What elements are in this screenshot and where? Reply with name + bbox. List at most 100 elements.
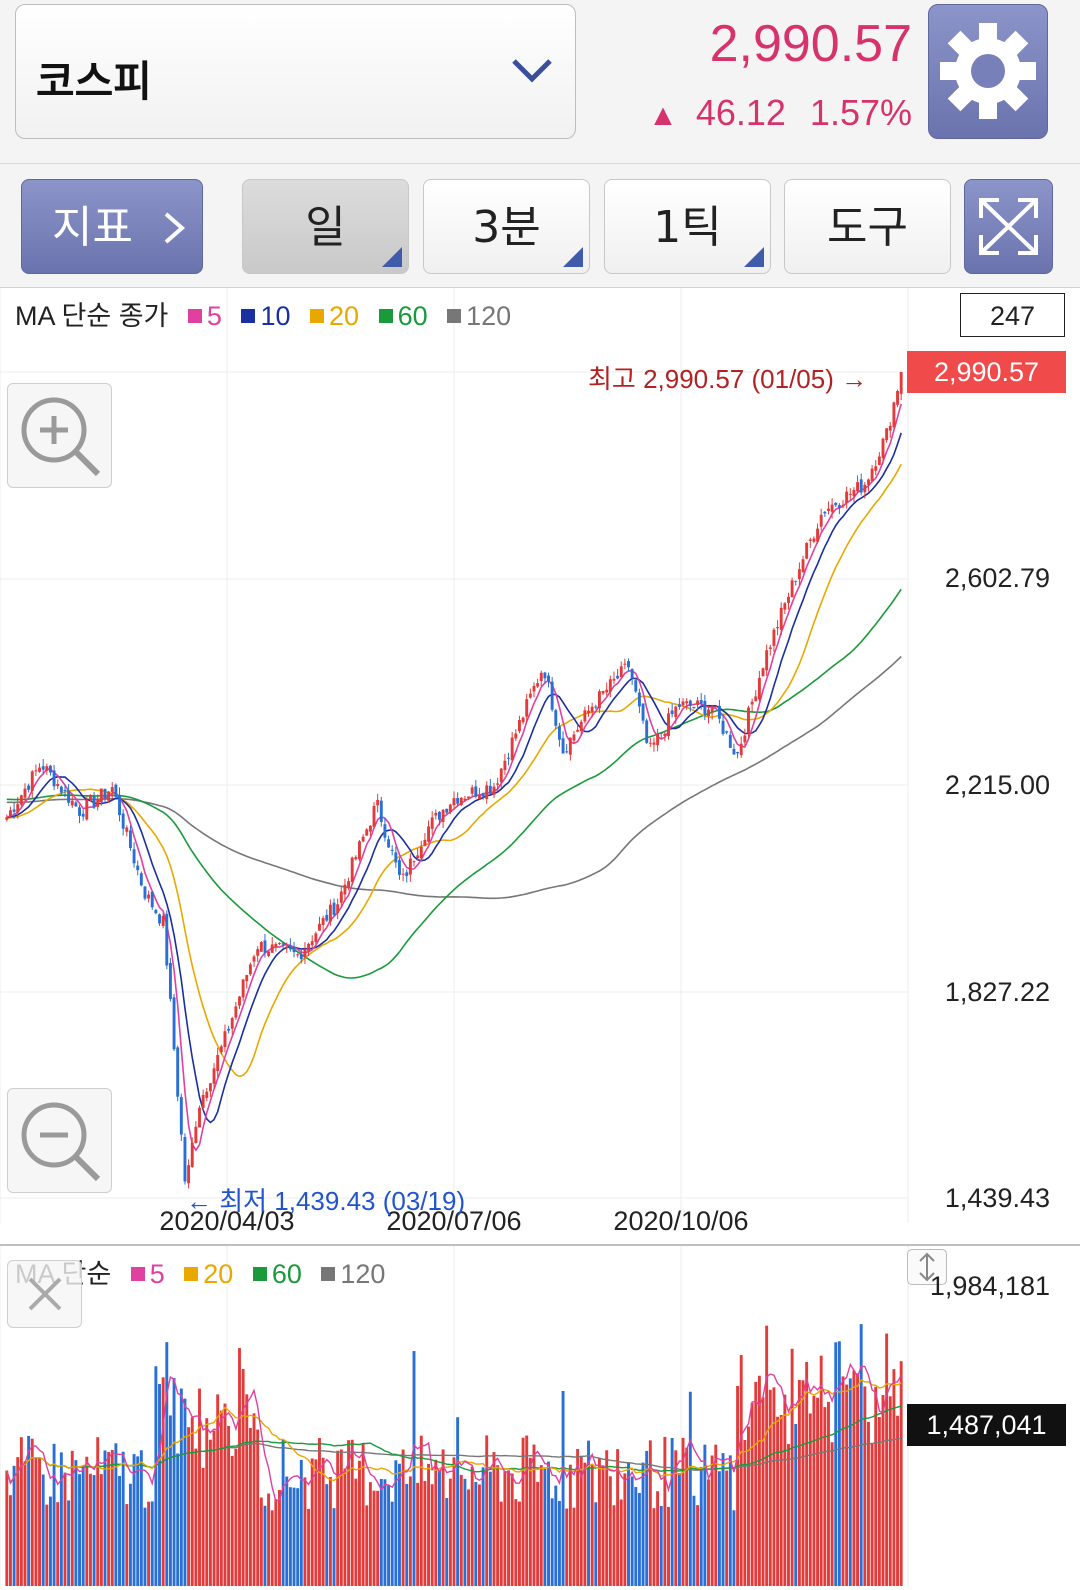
candle-body <box>358 841 361 860</box>
volume-bar <box>590 1464 594 1586</box>
dropdown-corner-icon <box>563 247 583 267</box>
price-chart[interactable]: MA 단순 종가 5 10 20 60 120 247 2,990.57 2,6… <box>0 288 1080 1243</box>
volume-bar <box>368 1482 372 1586</box>
volume-bar <box>510 1473 514 1586</box>
market-name: 코스피 <box>36 57 152 106</box>
candle-body <box>692 706 696 708</box>
candle-body <box>688 700 692 707</box>
volume-bar <box>270 1510 274 1586</box>
volume-bar <box>583 1462 587 1586</box>
candle-body <box>656 733 660 746</box>
candle-body <box>467 796 470 799</box>
volume-bar <box>688 1391 692 1586</box>
candle-body <box>132 849 136 864</box>
price-chart-canvas[interactable] <box>0 288 1080 1243</box>
y-axis-label: 1,827.22 <box>944 977 1050 1007</box>
volume-bar <box>245 1394 249 1586</box>
indicator-button[interactable]: 지표 <box>21 179 203 274</box>
tools-label: 도구 <box>827 202 908 253</box>
volume-bar <box>274 1499 278 1586</box>
candle-body <box>318 923 321 931</box>
candle-body <box>372 805 376 827</box>
candle-body <box>263 940 267 953</box>
expand-button[interactable] <box>964 179 1053 274</box>
price-legend: MA 단순 종가 5 10 20 60 120 <box>15 294 511 333</box>
candle-body <box>85 799 89 820</box>
candle-body <box>438 811 441 820</box>
volume-bar <box>754 1381 758 1586</box>
candle-body <box>8 810 12 816</box>
candle-body <box>147 894 151 899</box>
candle-body <box>405 872 409 877</box>
volume-bar <box>321 1457 325 1586</box>
candle-body <box>339 891 343 903</box>
volume-bar <box>452 1457 456 1586</box>
market-selector[interactable]: 코스피 <box>15 4 576 139</box>
volume-bar <box>434 1459 438 1586</box>
candle-body <box>267 951 271 956</box>
candle-body <box>452 798 456 806</box>
candle-body <box>507 757 510 759</box>
candle-body <box>728 734 732 748</box>
candle-body <box>12 809 16 812</box>
tools-button[interactable]: 도구 <box>784 179 951 274</box>
candle-body <box>899 372 903 394</box>
close-volume-button[interactable] <box>7 1260 82 1328</box>
period-tick-button[interactable]: 1틱 <box>604 179 771 274</box>
volume-bar <box>223 1403 227 1586</box>
candle-body <box>892 402 896 428</box>
current-volume-badge: 1,487,041 <box>907 1404 1066 1446</box>
volume-bar <box>521 1437 525 1586</box>
candle-body <box>561 738 565 754</box>
zoom-out-button[interactable] <box>7 1088 112 1193</box>
zoom-in-button[interactable] <box>7 383 112 488</box>
volume-bar <box>241 1368 245 1586</box>
period-day-button[interactable]: 일 <box>242 179 409 274</box>
volume-bar <box>837 1341 841 1586</box>
volume-bar <box>594 1502 598 1586</box>
settings-button[interactable] <box>928 4 1048 139</box>
volume-bar <box>107 1452 111 1586</box>
candle-body <box>470 787 474 794</box>
candle-body <box>194 1126 198 1143</box>
volume-bar <box>350 1439 354 1586</box>
candle-body <box>332 902 336 915</box>
candle-body <box>143 886 147 899</box>
volume-bar <box>150 1501 154 1586</box>
volume-bar <box>750 1402 754 1586</box>
volume-bar <box>492 1452 496 1586</box>
period-minute-button[interactable]: 3분 <box>423 179 590 274</box>
volume-bar <box>307 1508 311 1586</box>
candle-body <box>612 678 616 681</box>
candle-body <box>779 607 783 630</box>
candle-body <box>557 726 561 740</box>
volume-chart[interactable]: MA 단순 5 20 60 120 1,984,181 1,487,041 <box>0 1244 1080 1590</box>
candle-body <box>568 737 572 755</box>
candle-body <box>837 505 841 508</box>
candle-body <box>776 627 780 629</box>
volume-bar <box>165 1342 169 1586</box>
candle-body <box>707 709 710 717</box>
volume-bar <box>227 1425 231 1586</box>
volume-bar <box>332 1508 336 1586</box>
candle-body <box>783 603 787 610</box>
volume-bar <box>354 1478 358 1586</box>
volume-bar <box>208 1439 212 1586</box>
candle-body <box>623 663 627 665</box>
volume-bar <box>110 1449 114 1586</box>
candle-body <box>543 672 547 679</box>
volume-bar <box>663 1436 667 1586</box>
candle-body <box>379 800 383 822</box>
candle-body <box>717 705 721 719</box>
volume-max-label: 1,984,181 <box>929 1271 1050 1301</box>
candle-body <box>445 808 449 813</box>
volume-bar <box>605 1450 609 1586</box>
candle-body <box>252 956 256 962</box>
candle-body <box>394 852 398 863</box>
volume-bar <box>136 1456 140 1586</box>
candle-body <box>430 817 434 829</box>
volume-bar <box>67 1500 71 1586</box>
candle-body <box>587 710 590 714</box>
volume-bar <box>757 1375 761 1586</box>
candle-count-box[interactable]: 247 <box>960 293 1065 337</box>
